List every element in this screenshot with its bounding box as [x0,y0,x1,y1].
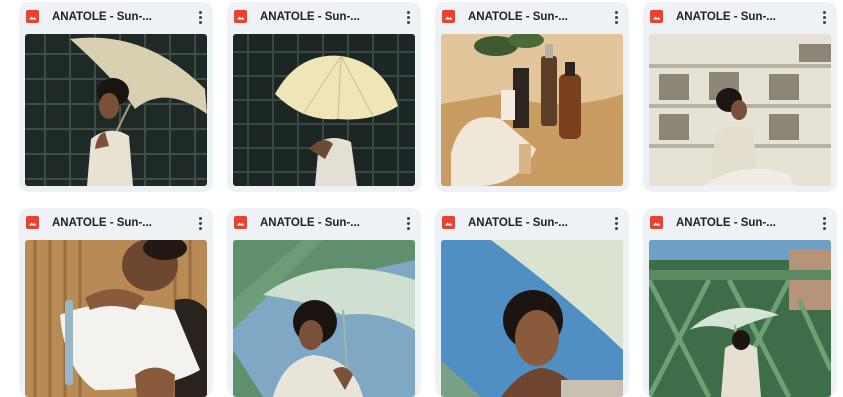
more-vert-icon[interactable] [401,215,415,231]
image-file-icon [442,10,455,23]
file-grid: ANATOLE - Sun-... ANATOLE - Sun-... ANAT… [0,0,843,397]
file-card[interactable]: ANATOLE - Sun-... [435,208,629,397]
file-title: ANATOLE - Sun-... [676,11,776,23]
image-file-icon [26,216,39,229]
image-thumbnail[interactable] [233,34,415,186]
file-card-header: ANATOLE - Sun-... [435,208,629,240]
file-card-header: ANATOLE - Sun-... [227,2,421,34]
image-file-icon [442,216,455,229]
image-thumbnail[interactable] [649,34,831,186]
image-file-icon [26,10,39,23]
file-card-header: ANATOLE - Sun-... [19,2,213,34]
more-vert-icon[interactable] [609,9,623,25]
file-title: ANATOLE - Sun-... [468,11,568,23]
file-title: ANATOLE - Sun-... [260,217,360,229]
file-card[interactable]: ANATOLE - Sun-... [227,2,421,192]
file-card[interactable]: ANATOLE - Sun-... [643,2,837,192]
image-thumbnail[interactable] [25,240,207,397]
file-card-header: ANATOLE - Sun-... [643,2,837,34]
image-thumbnail[interactable] [441,34,623,186]
file-card[interactable]: ANATOLE - Sun-... [19,2,213,192]
file-card[interactable]: ANATOLE - Sun-... [435,2,629,192]
file-card-header: ANATOLE - Sun-... [643,208,837,240]
file-card-header: ANATOLE - Sun-... [435,2,629,34]
image-thumbnail[interactable] [233,240,415,397]
file-card[interactable]: ANATOLE - Sun-... [227,208,421,397]
file-card-header: ANATOLE - Sun-... [227,208,421,240]
more-vert-icon[interactable] [817,9,831,25]
image-file-icon [650,10,663,23]
file-card[interactable]: ANATOLE - Sun-... [19,208,213,397]
file-title: ANATOLE - Sun-... [260,11,360,23]
more-vert-icon[interactable] [193,215,207,231]
more-vert-icon[interactable] [401,9,415,25]
more-vert-icon[interactable] [817,215,831,231]
image-file-icon [234,10,247,23]
more-vert-icon[interactable] [609,215,623,231]
file-title: ANATOLE - Sun-... [52,217,152,229]
image-file-icon [234,216,247,229]
file-card[interactable]: ANATOLE - Sun-... [643,208,837,397]
file-card-header: ANATOLE - Sun-... [19,208,213,240]
file-title: ANATOLE - Sun-... [676,217,776,229]
image-thumbnail[interactable] [441,240,623,397]
file-title: ANATOLE - Sun-... [468,217,568,229]
image-thumbnail[interactable] [649,240,831,397]
more-vert-icon[interactable] [193,9,207,25]
file-title: ANATOLE - Sun-... [52,11,152,23]
image-thumbnail[interactable] [25,34,207,186]
image-file-icon [650,216,663,229]
